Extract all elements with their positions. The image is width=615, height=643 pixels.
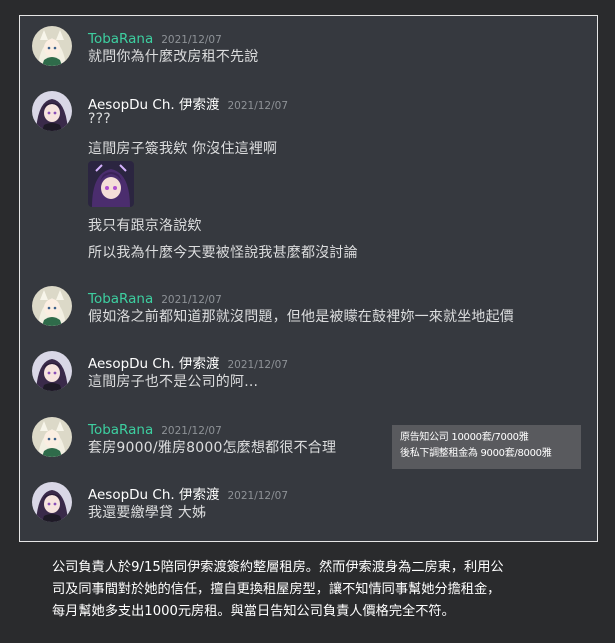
note-line: 後私下調整租金為 9000套/8000雅 (400, 448, 552, 459)
username[interactable]: TobaRana (88, 31, 153, 47)
message-header: AesopDu Ch. 伊索渡 2021/12/07 (88, 352, 288, 372)
message-text: 就問你為什麼改房租不先說 (88, 49, 259, 65)
sticker-image[interactable] (88, 161, 134, 207)
avatar-aesopdu[interactable] (32, 482, 72, 522)
avatar-tobarana[interactable] (32, 26, 72, 66)
message-text: ??? (88, 111, 111, 127)
annotation-note: 原告知公司 10000套/7000雅 後私下調整租金為 9000套/8000雅 (392, 425, 581, 469)
message-text: 這間房子也不是公司的阿... (88, 374, 259, 390)
message-header: TobaRana 2021/12/07 (88, 28, 222, 47)
timestamp: 2021/12/07 (161, 425, 222, 437)
avatar-tobarana[interactable] (32, 286, 72, 326)
message-text: 所以我為什麼今天要被怪說我甚麼都沒討論 (88, 245, 358, 261)
message-text: 套房9000/雅房8000怎麼想都很不合理 (88, 440, 337, 456)
caption: 公司負責人於9/15陪同伊索渡簽約整層租房。然而伊索渡身為二房東，利用公 司及同… (52, 557, 572, 623)
username[interactable]: TobaRana (88, 291, 153, 307)
caption-line: 公司負責人於9/15陪同伊索渡簽約整層租房。然而伊索渡身為二房東，利用公 (52, 560, 504, 575)
message-text: 這間房子簽我欸 你沒住這裡啊 (88, 141, 278, 157)
username[interactable]: AesopDu Ch. 伊索渡 (88, 487, 219, 503)
message-text: 假如洛之前都知道那就沒問題，但他是被矇在鼓裡妳一來就坐地起價 (88, 309, 514, 325)
timestamp: 2021/12/07 (227, 490, 289, 502)
note-line: 原告知公司 10000套/7000雅 (400, 432, 529, 443)
message-header: AesopDu Ch. 伊索渡 2021/12/07 (88, 93, 288, 113)
message-header: TobaRana 2021/12/07 (88, 419, 222, 438)
avatar-tobarana[interactable] (32, 417, 72, 457)
timestamp: 2021/12/07 (227, 100, 289, 112)
timestamp: 2021/12/07 (161, 294, 222, 306)
timestamp: 2021/12/07 (227, 359, 289, 371)
username[interactable]: TobaRana (88, 422, 153, 438)
timestamp: 2021/12/07 (161, 34, 222, 46)
message-text: 我只有跟京洛說欸 (88, 218, 202, 234)
message-header: AesopDu Ch. 伊索渡 2021/12/07 (88, 483, 288, 503)
username[interactable]: AesopDu Ch. 伊索渡 (88, 356, 219, 372)
caption-line: 司及同事間對於她的信任，擅自更換租屋房型，讓不知情同事幫她分擔租金， (52, 582, 501, 597)
avatar-aesopdu[interactable] (32, 351, 72, 391)
message-header: TobaRana 2021/12/07 (88, 288, 222, 307)
avatar-aesopdu[interactable] (32, 91, 72, 131)
message-text: 我還要繳學貸 大姊 (88, 505, 207, 521)
caption-line: 每月幫她多支出1000元房租。與當日告知公司負責人價格完全不符。 (52, 604, 455, 619)
